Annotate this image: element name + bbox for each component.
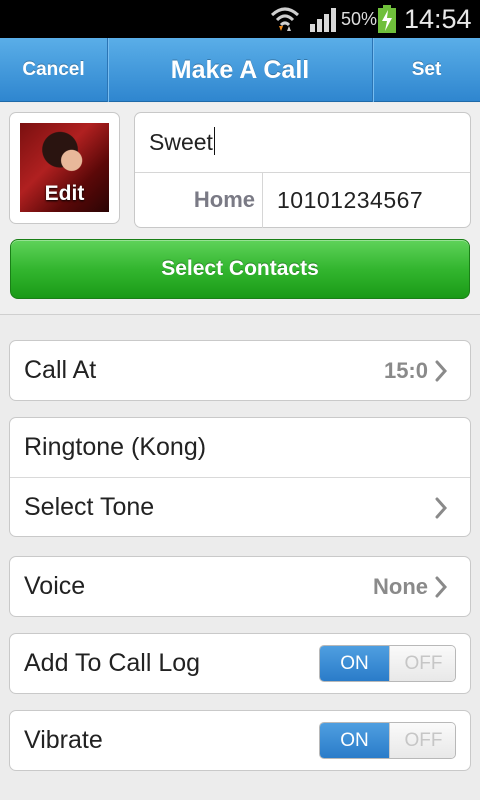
vibrate-row: Vibrate ON OFF [10,711,470,770]
contact-photo-frame[interactable]: Edit [9,112,120,224]
ringtone-label: Ringtone (Kong) [24,433,207,461]
voice-card: Voice None [9,556,471,617]
vibrate-card: Vibrate ON OFF [9,710,471,771]
chevron-right-icon [435,360,448,382]
vibrate-toggle[interactable]: ON OFF [319,722,456,759]
text-cursor [213,127,215,155]
toggle-off[interactable]: OFF [389,723,455,758]
select-contacts-button[interactable]: Select Contacts [10,239,470,299]
status-bar: 50% 14:54 [0,0,480,38]
phone-number-field[interactable]: 10101234567 [277,187,423,214]
toggle-on[interactable]: ON [320,723,389,758]
chevron-right-icon [435,576,448,598]
select-tone-label: Select Tone [24,493,155,521]
contact-name-text: Sweet [149,129,213,155]
call-log-toggle[interactable]: ON OFF [319,645,456,682]
battery-percent: 50% [341,9,378,29]
voice-label: Voice [24,572,86,600]
contact-name-input[interactable]: Sweet [149,127,215,156]
call-at-card: Call At 15:0 [9,340,471,401]
phone-type-label[interactable]: Home [135,187,255,213]
ringtone-card: Ringtone (Kong) Select Tone [9,417,471,537]
contact-section: Edit Sweet Home 10101234567 Select Conta… [0,103,480,315]
divider [262,172,263,228]
voice-value: None [373,574,428,599]
contact-photo[interactable]: Edit [20,123,109,212]
call-at-row[interactable]: Call At 15:0 [10,341,470,400]
divider [135,172,470,173]
call-log-label: Add To Call Log [24,649,201,677]
set-button[interactable]: Set [372,38,480,102]
call-log-row: Add To Call Log ON OFF [10,634,470,693]
wifi-icon [270,7,300,31]
toggle-off[interactable]: OFF [389,646,455,681]
page-title: Make A Call [170,55,310,84]
cancel-button[interactable]: Cancel [0,38,108,102]
edit-photo-label: Edit [44,182,85,205]
chevron-right-icon [435,497,448,519]
status-clock: 14:54 [404,4,472,34]
battery-charging-icon [378,5,396,33]
call-log-card: Add To Call Log ON OFF [9,633,471,694]
toggle-on[interactable]: ON [320,646,389,681]
contact-info-card: Sweet Home 10101234567 [134,112,471,228]
signal-icon [310,8,336,32]
call-at-label: Call At [24,356,97,384]
select-tone-row[interactable]: Select Tone [10,477,470,536]
call-at-value: 15:0 [383,358,428,383]
vibrate-label: Vibrate [24,726,103,754]
ringtone-row: Ringtone (Kong) [10,418,470,477]
title-bar: Cancel Make A Call Set [0,38,480,102]
voice-row[interactable]: Voice None [10,557,470,616]
